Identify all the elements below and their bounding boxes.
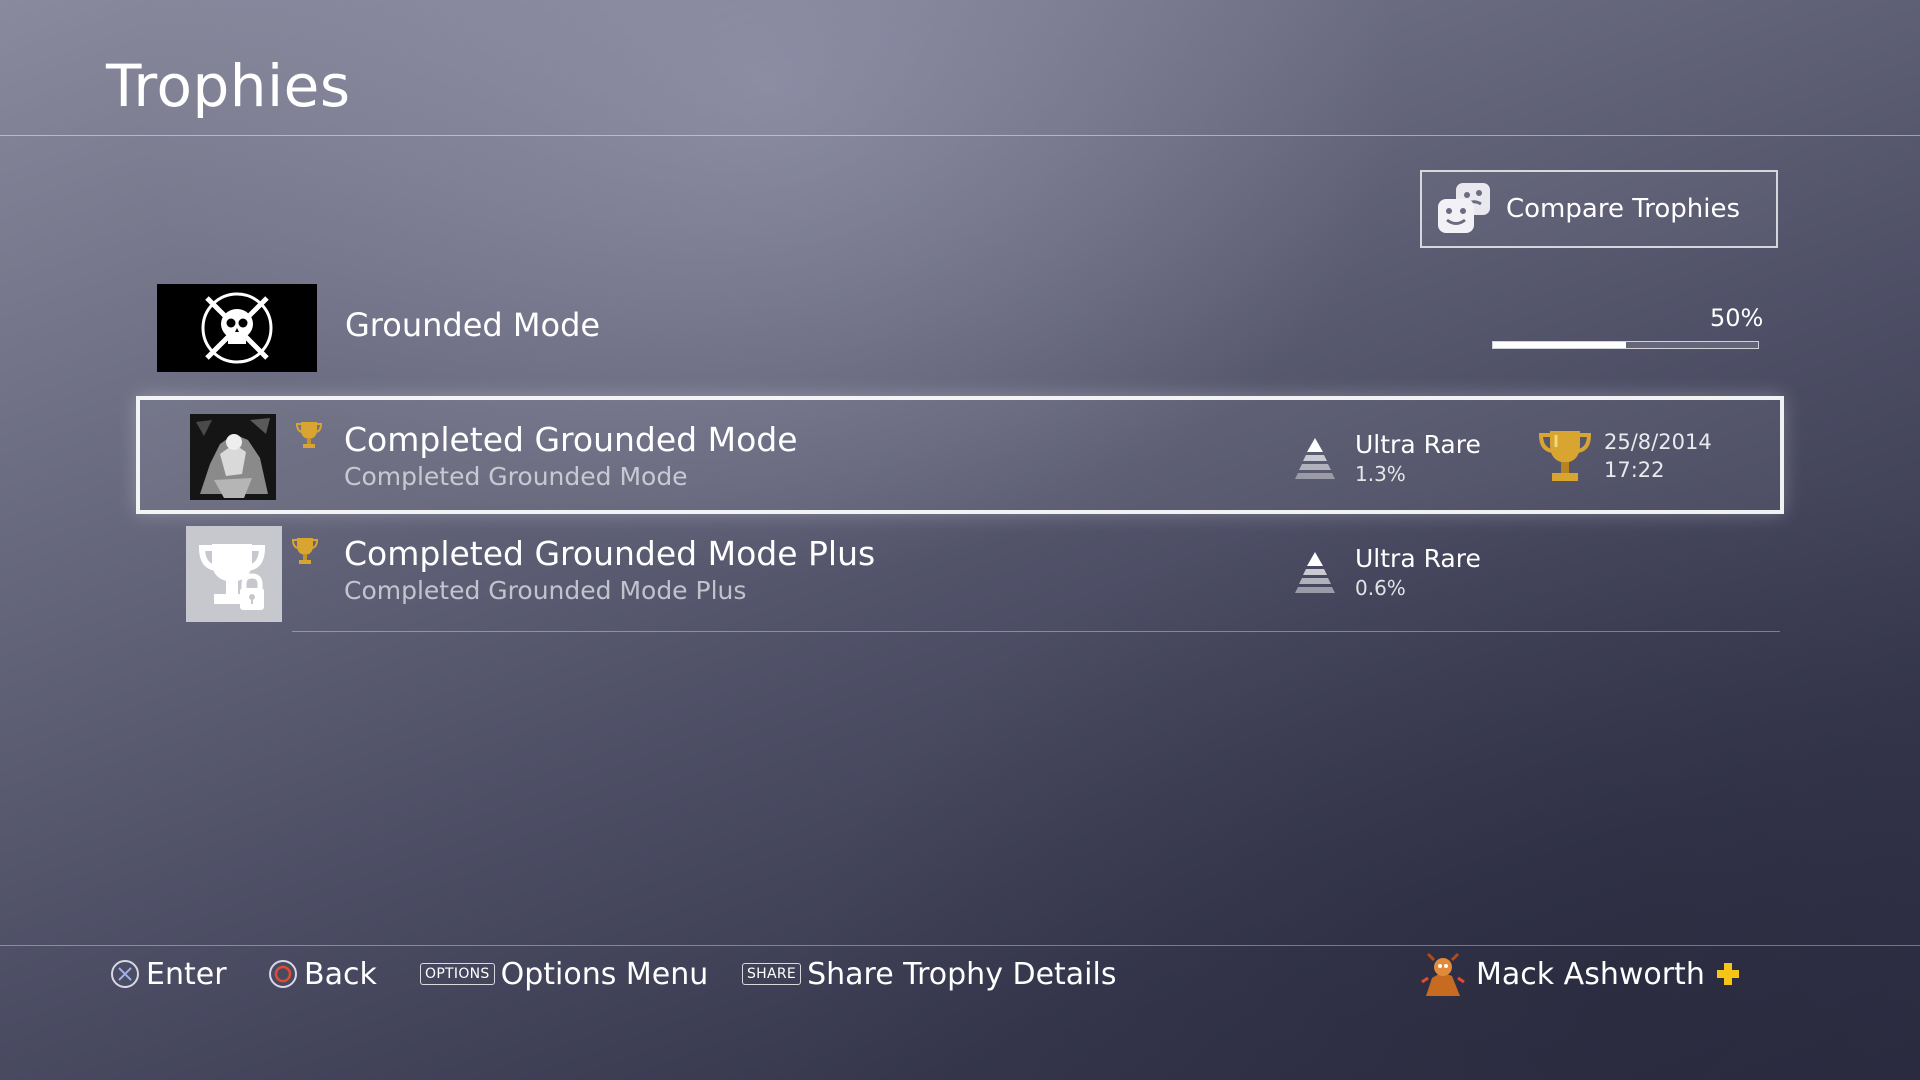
trophy-description: Completed Grounded Mode Plus	[344, 576, 747, 605]
trophy-description: Completed Grounded Mode	[344, 462, 688, 491]
share-key-icon: SHARE	[742, 963, 802, 985]
earned-gold-trophy-icon	[1538, 431, 1592, 481]
rarity-label: Ultra Rare	[1355, 430, 1481, 459]
ultra-rare-pyramid-icon	[1295, 438, 1335, 479]
footer-back: Back	[268, 952, 377, 996]
trophy-art-thumbnail	[190, 414, 276, 500]
footer-divider	[0, 945, 1920, 946]
footer-enter: Enter	[110, 952, 227, 996]
trophy-name: Completed Grounded Mode	[344, 420, 798, 459]
trophy-row-completed-grounded-mode[interactable]: Completed Grounded Mode Completed Ground…	[136, 396, 1784, 514]
game-title: Grounded Mode	[345, 306, 601, 344]
compare-trophies-button[interactable]: Compare Trophies	[1420, 170, 1778, 248]
locked-trophy-thumbnail	[186, 526, 282, 622]
rarity-percent: 1.3%	[1355, 462, 1406, 486]
ultra-rare-pyramid-icon	[1295, 552, 1335, 593]
compare-trophies-label: Compare Trophies	[1506, 194, 1741, 224]
progress-percent: 50%	[1710, 304, 1764, 332]
cross-button-icon	[111, 960, 139, 988]
earned-time: 17:22	[1604, 458, 1665, 482]
options-key-icon: OPTIONS	[420, 963, 495, 985]
footer-options: OPTIONS Options Menu	[420, 952, 708, 996]
page-title: Trophies	[106, 52, 351, 120]
circle-button-icon	[269, 960, 297, 988]
gold-trophy-grade-icon	[296, 422, 322, 448]
gold-trophy-grade-icon	[292, 538, 318, 564]
trophy-name: Completed Grounded Mode Plus	[344, 534, 876, 573]
trophies-screen: Trophies Compare Trophies Grounded Mode …	[0, 0, 1920, 1080]
rarity-label: Ultra Rare	[1355, 544, 1481, 573]
user-name: Mack Ashworth	[1476, 956, 1705, 992]
game-thumbnail	[157, 284, 317, 372]
enter-label: Enter	[146, 956, 227, 992]
trophy-row-completed-grounded-mode-plus[interactable]: Completed Grounded Mode Plus Completed G…	[136, 520, 1784, 638]
user-info: Mack Ashworth	[1418, 952, 1741, 996]
progress-bar	[1492, 341, 1759, 349]
footer-share: SHARE Share Trophy Details	[742, 952, 1116, 996]
row-divider	[292, 631, 1780, 632]
playstation-plus-icon	[1716, 963, 1739, 985]
share-label: Share Trophy Details	[807, 956, 1117, 992]
earned-date: 25/8/2014	[1604, 430, 1712, 454]
locked-trophy-icon	[198, 544, 266, 610]
title-divider	[0, 135, 1920, 136]
game-header: Grounded Mode 50%	[157, 284, 1763, 372]
user-avatar	[1421, 952, 1465, 996]
compare-faces-icon	[1438, 183, 1490, 233]
rarity-percent: 0.6%	[1355, 576, 1406, 600]
options-label: Options Menu	[500, 956, 709, 992]
progress-bar-fill	[1493, 342, 1626, 348]
skull-emblem-icon	[201, 292, 273, 364]
back-label: Back	[304, 956, 377, 992]
